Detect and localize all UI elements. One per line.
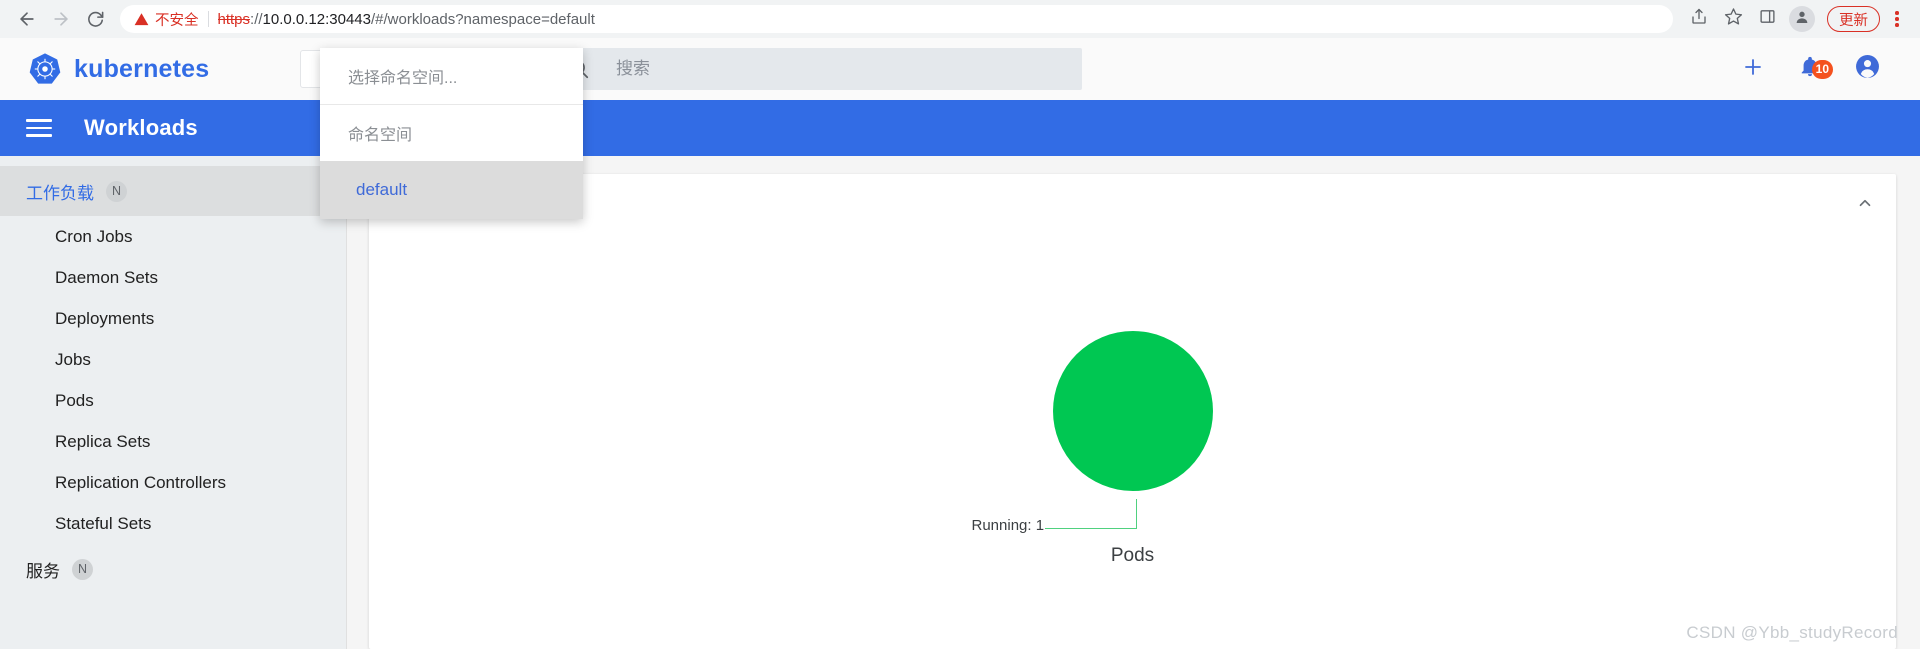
card-collapse-button[interactable]: [1856, 194, 1874, 217]
create-resource-button[interactable]: [1741, 55, 1765, 84]
arrow-right-icon: [51, 9, 71, 29]
share-button[interactable]: [1683, 3, 1715, 35]
side-panel-icon: [1759, 8, 1776, 30]
namespace-section-text: 命名空间: [348, 127, 413, 144]
browser-actions: 更新: [1683, 3, 1910, 35]
plus-icon: [1741, 55, 1765, 84]
sidebar-item-label: Replication Controllers: [55, 472, 227, 492]
kubernetes-helm-logo: [28, 52, 62, 86]
sidebar-item-pods[interactable]: Pods: [0, 380, 346, 421]
arrow-left-icon: [17, 9, 37, 29]
header-actions: 10: [1741, 54, 1896, 84]
url-text: https://10.0.0.12:30443/#/workloads?name…: [218, 11, 595, 28]
pie-caption: Pods: [1110, 545, 1155, 566]
back-button[interactable]: [10, 2, 44, 36]
security-status-label: 不安全: [155, 12, 199, 29]
chevron-up-icon: [1856, 194, 1874, 217]
sidebar-group-services-label: 服务: [26, 561, 60, 581]
sidebar-group-workloads-label: 工作负载: [26, 183, 94, 203]
sidebar-item-cron-jobs[interactable]: Cron Jobs: [0, 216, 346, 257]
namespace-option-default[interactable]: default: [320, 161, 583, 219]
watermark: CSDN @Ybb_studyRecord: [1686, 623, 1898, 642]
sidebar-item-stateful-sets[interactable]: Stateful Sets: [0, 503, 346, 544]
kebab-menu-icon: [1895, 11, 1899, 15]
sidebar-group-services-badge: N: [72, 558, 93, 580]
share-icon: [1690, 8, 1708, 31]
notifications-button[interactable]: 10: [1799, 56, 1833, 83]
reload-button[interactable]: [78, 2, 112, 36]
sidebar-item-label: Replica Sets: [55, 431, 151, 451]
app-body: 工作负载 N Cron Jobs Daemon Sets Deployments…: [0, 156, 1920, 649]
notification-count-badge: 10: [1811, 59, 1833, 79]
profile-button[interactable]: [1789, 6, 1815, 32]
forward-button[interactable]: [44, 2, 78, 36]
dashboard-app: kubernetes 10: [0, 38, 1920, 649]
page-toolbar: Workloads: [0, 100, 1920, 156]
workload-status-card: 工作负载状态 Running: 1 Pods: [369, 174, 1896, 649]
sidebar-item-label: Pods: [55, 390, 94, 410]
sidebar-item-label: Cron Jobs: [55, 226, 133, 246]
sidebar-item-replication-controllers[interactable]: Replication Controllers: [0, 462, 346, 503]
namespace-dropdown-search[interactable]: 选择命名空间...: [320, 48, 583, 105]
sidebar-group-services[interactable]: 服务 N: [0, 544, 346, 594]
account-circle-icon: [1855, 54, 1880, 84]
brand[interactable]: kubernetes: [28, 52, 290, 86]
namespace-option-label: default: [356, 180, 408, 199]
workload-status-chart: Running: 1 Pods: [395, 221, 1870, 649]
sidebar-group-workloads-badge: N: [106, 180, 127, 202]
side-panel-button[interactable]: [1751, 3, 1783, 35]
omnibox-divider: [207, 11, 209, 27]
app-header: kubernetes 10: [0, 38, 1920, 100]
pods-pie-chart[interactable]: Running: 1 Pods: [918, 331, 1348, 566]
reload-icon: [86, 10, 105, 29]
card-title: 工作负载状态: [395, 192, 1870, 221]
browser-menu-button[interactable]: [1884, 6, 1910, 32]
main-content: 工作负载状态 Running: 1 Pods: [347, 156, 1920, 649]
url-scheme: https: [217, 10, 251, 28]
update-button[interactable]: 更新: [1827, 6, 1880, 32]
page-title: Workloads: [84, 115, 198, 140]
namespace-dropdown-placeholder: 选择命名空间...: [348, 70, 458, 87]
sidebar-item-label: Deployments: [55, 308, 155, 328]
namespace-dropdown[interactable]: 选择命名空间... 命名空间 default: [320, 48, 583, 219]
hamburger-menu-icon[interactable]: [26, 119, 52, 137]
url-separator: ://: [250, 10, 263, 28]
url-path: /#/workloads?namespace=default: [370, 10, 595, 28]
sidebar-group-workloads[interactable]: 工作负载 N: [0, 166, 346, 216]
namespace-dropdown-section-label: 命名空间: [320, 105, 583, 161]
account-button[interactable]: [1855, 54, 1880, 84]
sidebar-item-deployments[interactable]: Deployments: [0, 298, 346, 339]
search-bar[interactable]: [552, 48, 1082, 90]
address-bar[interactable]: 不安全 https://10.0.0.12:30443/#/workloads?…: [120, 5, 1673, 33]
profile-avatar-icon: [1794, 9, 1810, 30]
sidebar-item-label: Stateful Sets: [55, 513, 152, 533]
sidebar-item-label: Daemon Sets: [55, 267, 158, 287]
url-host: 10.0.0.12:30443: [262, 10, 371, 28]
sidebar-item-replica-sets[interactable]: Replica Sets: [0, 421, 346, 462]
brand-name: kubernetes: [74, 54, 210, 83]
sidebar: 工作负载 N Cron Jobs Daemon Sets Deployments…: [0, 156, 347, 649]
pie-leader-running: Running: 1: [972, 499, 1137, 533]
warning-triangle-icon: [134, 12, 149, 27]
update-button-label: 更新: [1839, 12, 1868, 29]
browser-toolbar: 不安全 https://10.0.0.12:30443/#/workloads?…: [0, 0, 1920, 38]
star-icon: [1724, 7, 1743, 31]
sidebar-item-daemon-sets[interactable]: Daemon Sets: [0, 257, 346, 298]
sidebar-item-jobs[interactable]: Jobs: [0, 339, 346, 380]
sidebar-item-label: Jobs: [55, 349, 91, 369]
pie-leader-line: [1045, 499, 1137, 529]
bookmark-button[interactable]: [1717, 3, 1749, 35]
pie-slice-running: [1052, 331, 1213, 491]
pie-label-running: Running: 1: [971, 517, 1045, 534]
search-input[interactable]: [616, 59, 1066, 79]
